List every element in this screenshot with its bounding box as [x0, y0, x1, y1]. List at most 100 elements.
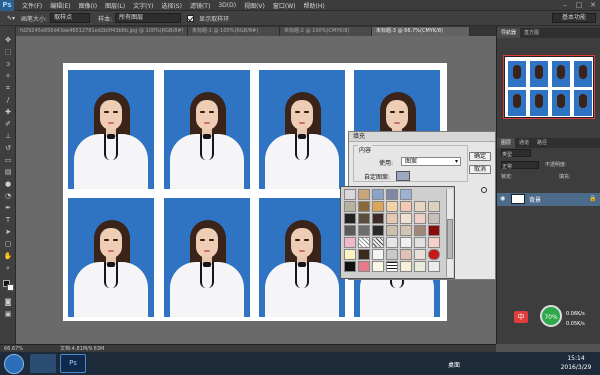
hand-tool-icon[interactable]: ✋ — [3, 252, 13, 261]
pattern-swatch[interactable] — [414, 201, 426, 212]
pattern-swatch[interactable] — [414, 237, 426, 248]
pattern-swatch[interactable] — [400, 249, 412, 260]
pattern-swatch[interactable] — [344, 225, 356, 236]
menu-edit[interactable]: 编辑(E) — [46, 1, 74, 10]
cancel-button[interactable]: 取消 — [469, 165, 491, 174]
maximize-icon[interactable]: □ — [574, 1, 584, 9]
tab-channels[interactable]: 通道 — [515, 138, 533, 148]
pattern-swatch[interactable] — [386, 213, 398, 224]
workspace-select[interactable]: 基本功能 — [552, 13, 596, 23]
tab-untitled-1[interactable]: 未标题-1 @ 100%(RGB/8#) — [188, 27, 280, 36]
pattern-swatch[interactable] — [414, 213, 426, 224]
menu-help[interactable]: 帮助(H) — [300, 1, 329, 10]
pattern-swatch[interactable] — [372, 225, 384, 236]
pattern-swatch[interactable] — [414, 261, 426, 272]
background-color-swatch[interactable] — [7, 284, 14, 291]
history-brush-icon[interactable]: ↺ — [3, 144, 13, 153]
quick-mask-icon[interactable]: ◙ — [3, 298, 13, 307]
pattern-swatch[interactable] — [428, 225, 440, 236]
pattern-swatch[interactable] — [428, 213, 440, 224]
brush-tool-icon[interactable]: ✐ — [3, 120, 13, 129]
lasso-tool-icon[interactable]: ↄ — [3, 60, 13, 69]
sample-layers-select[interactable]: 所有图层 — [115, 13, 182, 23]
eye-icon[interactable]: ◉ — [500, 195, 505, 202]
sample-size-select[interactable]: 取样点 — [50, 13, 91, 23]
menu-view[interactable]: 视图(V) — [240, 1, 269, 10]
stamp-tool-icon[interactable]: ⊥ — [3, 132, 13, 141]
zoom-tool-icon[interactable]: ⌕ — [3, 264, 13, 273]
show-ring-checkbox[interactable] — [187, 14, 195, 22]
layer-kind-select[interactable]: 类型 — [501, 149, 531, 158]
picker-scrollbar[interactable] — [446, 189, 453, 277]
blur-tool-icon[interactable]: ● — [3, 180, 13, 189]
pattern-swatch[interactable] — [358, 225, 370, 236]
layer-row-background[interactable]: ◉ 背景 🔒 — [497, 193, 600, 206]
pattern-swatch[interactable] — [344, 237, 356, 248]
tab-navigator[interactable]: 导航器 — [497, 28, 521, 38]
pattern-swatch[interactable] — [400, 261, 412, 272]
ime-label[interactable]: 中 — [514, 311, 528, 323]
pattern-swatch[interactable] — [344, 189, 356, 200]
pattern-swatch[interactable] — [386, 237, 398, 248]
path-select-icon[interactable]: ➤ — [3, 228, 13, 237]
tab-photo-jpg[interactable]: fd29245e856d43ae46512781ed2b0f43b6b.jpg … — [16, 27, 188, 36]
tab-layers[interactable]: 图层 — [497, 138, 516, 148]
clock[interactable]: 15:14 2016/3/29 — [556, 354, 596, 373]
pattern-swatch[interactable] — [414, 225, 426, 236]
ok-button[interactable]: 确定 — [469, 152, 491, 161]
pattern-swatch[interactable] — [372, 213, 384, 224]
pattern-swatch[interactable] — [358, 213, 370, 224]
menu-file[interactable]: 文件(F) — [18, 1, 46, 10]
menu-window[interactable]: 窗口(W) — [269, 1, 300, 10]
picker-scroll-thumb[interactable] — [447, 219, 453, 259]
menu-type[interactable]: 文字(Y) — [129, 1, 157, 10]
speed-percent[interactable]: 70% — [540, 305, 562, 327]
tray-desktop-label[interactable]: 桌面 — [448, 360, 460, 369]
pattern-swatch[interactable] — [400, 201, 412, 212]
gear-icon[interactable] — [481, 187, 487, 193]
pattern-swatch[interactable] — [344, 213, 356, 224]
pattern-swatch[interactable] — [358, 237, 370, 248]
tab-histogram[interactable]: 直方图 — [520, 28, 543, 38]
crop-tool-icon[interactable]: ⌗ — [3, 84, 13, 93]
taskbar-app-explorer[interactable] — [30, 354, 56, 373]
navigator-view-rect[interactable] — [503, 55, 595, 119]
pattern-swatch[interactable] — [358, 261, 370, 272]
start-button[interactable] — [4, 354, 24, 374]
menu-layer[interactable]: 图层(L) — [101, 1, 129, 10]
healing-brush-icon[interactable]: ✚ — [3, 108, 13, 117]
pattern-swatch[interactable] — [386, 261, 398, 272]
pattern-swatch[interactable] — [400, 225, 412, 236]
pattern-swatch[interactable] — [428, 249, 440, 260]
tab-paths[interactable]: 路径 — [533, 138, 551, 148]
pattern-swatch[interactable] — [372, 189, 384, 200]
pattern-swatch[interactable] — [344, 261, 356, 272]
menu-image[interactable]: 图像(I) — [75, 1, 101, 10]
pen-tool-icon[interactable]: ✒ — [3, 204, 13, 213]
dodge-tool-icon[interactable]: ◔ — [3, 192, 13, 201]
pattern-swatch[interactable] — [428, 261, 440, 272]
pattern-swatch[interactable] — [400, 237, 412, 248]
blend-mode-select[interactable]: 正常 — [501, 161, 539, 170]
minimize-icon[interactable]: – — [560, 1, 570, 9]
pattern-swatch[interactable] — [358, 201, 370, 212]
gradient-tool-icon[interactable]: ▤ — [3, 168, 13, 177]
pattern-swatch[interactable] — [386, 201, 398, 212]
pattern-swatch[interactable] — [428, 201, 440, 212]
magic-wand-tool-icon[interactable]: ✧ — [3, 72, 13, 81]
tab-untitled-2[interactable]: 未标题-2 @ 100%(CMYK/8) — [280, 27, 372, 36]
marquee-tool-icon[interactable]: ⬚ — [3, 48, 13, 57]
pattern-swatch[interactable] — [428, 237, 440, 248]
pattern-swatch[interactable] — [358, 189, 370, 200]
menu-filter[interactable]: 滤镜(T) — [186, 1, 214, 10]
pattern-swatch[interactable] — [414, 249, 426, 260]
use-select[interactable]: 图案 ▾ — [401, 157, 461, 166]
screen-mode-icon[interactable]: ▣ — [3, 310, 13, 319]
eyedropper-icon[interactable]: / — [3, 96, 13, 105]
menu-select[interactable]: 选择(S) — [157, 1, 186, 10]
pattern-swatch[interactable] — [372, 261, 384, 272]
pattern-swatch[interactable] — [400, 189, 412, 200]
pattern-swatch[interactable] — [344, 201, 356, 212]
pattern-swatch[interactable] — [344, 249, 356, 260]
menu-3d[interactable]: 3D(D) — [214, 2, 240, 9]
